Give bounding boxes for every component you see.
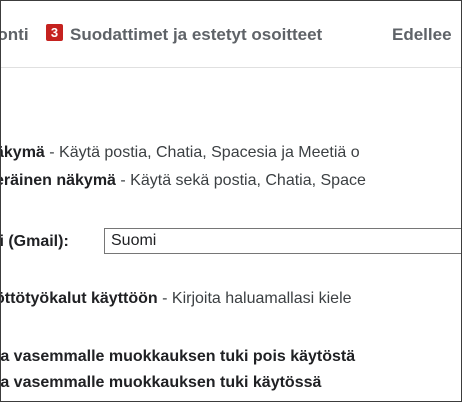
view-option-integrated-desc: - Käytä postia, Chatia, Spacesia ja Meet… bbox=[44, 144, 360, 161]
language-row: li (Gmail): bbox=[0, 232, 69, 252]
input-tools-desc: - Kirjoita haluamallasi kiele bbox=[157, 290, 352, 307]
tab-filters-and-blocked-addresses[interactable]: Suodattimet ja estetyt osoitteet bbox=[70, 25, 322, 45]
input-tools-row[interactable]: öttötyökalut käyttöön - Kirjoita haluama… bbox=[0, 289, 352, 309]
rtl-option-off-label: ta vasemmalle muokkauksen tuki pois käyt… bbox=[0, 348, 356, 365]
view-option-integrated[interactable]: äkymä - Käytä postia, Chatia, Spacesia j… bbox=[1, 143, 360, 163]
rtl-option-off[interactable]: ta vasemmalle muokkauksen tuki pois käyt… bbox=[0, 347, 356, 367]
view-option-custom-desc: - Käytä sekä postia, Chatia, Space bbox=[115, 172, 366, 189]
settings-tab-bar: uonti 3 Suodattimet ja estetyt osoitteet… bbox=[1, 1, 461, 68]
language-select[interactable]: Suomi bbox=[104, 228, 461, 254]
view-option-custom[interactable]: eräinen näkymä - Käytä sekä postia, Chat… bbox=[0, 171, 366, 191]
tab-forwarding[interactable]: Edellee bbox=[392, 25, 452, 45]
input-tools-title: öttötyökalut käyttöön bbox=[0, 290, 158, 307]
rtl-option-on-label: ta vasemmalle muokkauksen tuki käytössä bbox=[0, 374, 322, 391]
rtl-option-on[interactable]: ta vasemmalle muokkauksen tuki käytössä bbox=[0, 373, 322, 393]
view-option-integrated-title: äkymä bbox=[1, 144, 45, 161]
tab-partial[interactable]: uonti bbox=[1, 25, 29, 45]
view-option-custom-title: eräinen näkymä bbox=[0, 172, 116, 189]
tab-step-badge: 3 bbox=[46, 24, 63, 41]
language-label: li (Gmail): bbox=[0, 233, 69, 250]
settings-panel: uonti 3 Suodattimet ja estetyt osoitteet… bbox=[0, 0, 462, 402]
